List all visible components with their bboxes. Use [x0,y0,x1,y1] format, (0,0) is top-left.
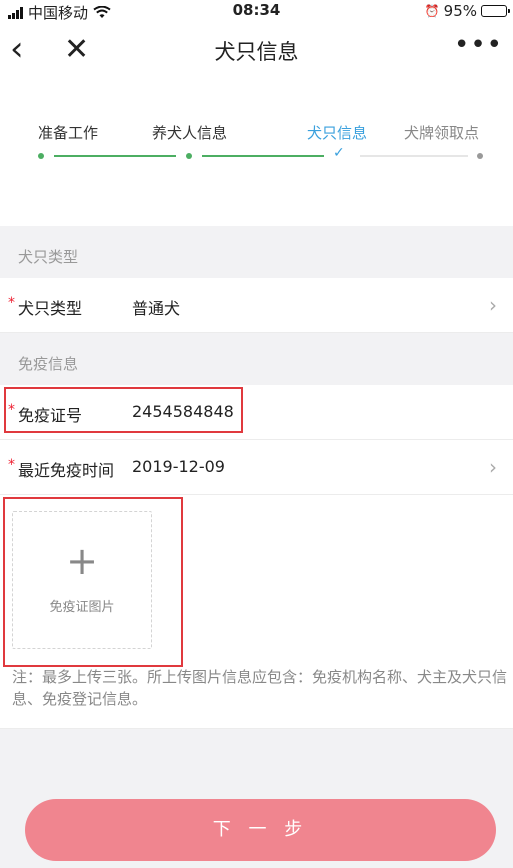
navigation-bar: ‹ ✕ 犬只信息 ••• [0,22,513,78]
progress-stepper: 准备工作 养犬人信息 犬只信息 犬牌领取点 ✓ [0,78,513,226]
upload-note: 注：最多上传三张。所上传图片信息应包含：免疫机构名称、犬主及犬只信息、免疫登记信… [12,668,508,708]
battery-group: ⏰ 95% [424,2,510,20]
next-step-button[interactable]: 下 一 步 [25,799,496,861]
required-marker: * [8,457,15,473]
checkmark-icon: ✓ [333,145,345,161]
dog-type-label: 犬只类型 [18,299,83,318]
page-title: 犬只信息 [214,40,299,64]
step-label-dog-info: 犬只信息 [307,124,368,142]
last-immunization-value: 2019-12-09 [132,457,225,476]
alarm-icon: ⏰ [424,4,440,18]
step-dot-owner-info [186,153,192,159]
immunization-cert-value[interactable]: 2454584848 [132,402,234,421]
last-immunization-label: 最近免疫时间 [18,461,115,480]
dog-type-value: 普通犬 [132,299,181,318]
step-line-1 [54,155,176,157]
status-bar: 中国移动 08:34 ⏰ 95% [0,0,513,22]
section-header-immunization: 免疫信息 [18,355,79,373]
last-immunization-row[interactable]: * 最近免疫时间 2019-12-09 › [0,440,513,495]
required-marker: * [8,402,15,418]
step-label-owner-info: 养犬人信息 [152,124,228,142]
step-label-tag-pickup: 犬牌领取点 [404,124,480,142]
immunization-cert-label: 免疫证号 [18,406,83,425]
battery-icon [481,5,510,17]
step-line-2 [202,155,324,157]
step-line-3 [360,155,468,157]
chevron-right-icon: › [489,293,497,317]
step-label-prepare: 准备工作 [38,124,99,142]
step-dot-tag-pickup [477,153,483,159]
upload-image-button[interactable]: + 免疫证图片 [12,511,152,649]
immunization-cert-row[interactable]: * 免疫证号 2454584848 [0,385,513,440]
step-dot-prepare [38,153,44,159]
chevron-right-icon: › [489,455,497,479]
upload-caption: 免疫证图片 [49,600,115,615]
battery-percent: 95% [443,2,477,20]
required-marker: * [8,295,15,311]
image-upload-section: + 免疫证图片 注：最多上传三张。所上传图片信息应包含：免疫机构名称、犬主及犬只… [0,495,513,729]
section-header-dog-type: 犬只类型 [18,248,79,266]
more-icon[interactable]: ••• [454,30,503,60]
plus-icon: + [66,539,98,583]
dog-type-row[interactable]: * 犬只类型 普通犬 › [0,278,513,333]
